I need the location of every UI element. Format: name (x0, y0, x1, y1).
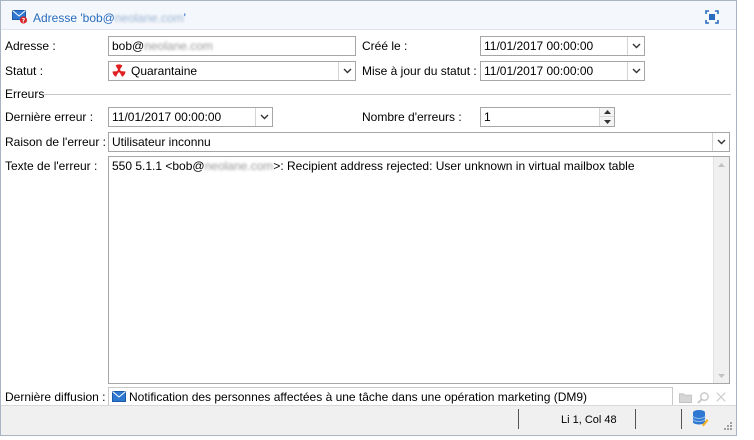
statut-select[interactable]: Quarantaine (108, 61, 356, 81)
erreurs-section-title: Erreurs (5, 87, 45, 101)
texte-blurred: neolane.com (204, 159, 274, 173)
title-bar: ? Adresse 'bob@neolane.com' (1, 1, 736, 30)
clear-icon[interactable] (713, 389, 729, 405)
derniere-diffusion-value: Notification des personnes affectées à u… (129, 390, 588, 404)
spinner (599, 108, 614, 126)
maj-value: 11/01/2017 00:00:00 (484, 64, 594, 78)
maj-datetime-field[interactable]: 11/01/2017 00:00:00 (480, 61, 645, 81)
nombre-erreurs-label: Nombre d'erreurs : (362, 110, 462, 124)
raison-value: Utilisateur inconnu (112, 135, 211, 149)
cursor-position: Li 1, Col 48 (561, 414, 617, 426)
scroll-down-icon[interactable] (714, 368, 729, 383)
nombre-erreurs-value: 1 (484, 110, 491, 124)
adresse-input[interactable]: bob@neolane.com (108, 36, 356, 56)
status-separator (635, 409, 636, 429)
section-divider (43, 94, 731, 95)
derniere-erreur-value: 11/01/2017 00:00:00 (112, 110, 222, 124)
svg-text:?: ? (22, 18, 26, 24)
database-icon[interactable] (691, 409, 709, 427)
title-prefix: Adresse 'bob@ (33, 11, 115, 25)
chevron-down-icon[interactable] (627, 62, 644, 80)
resize-grip-icon[interactable] (719, 419, 733, 433)
raison-label: Raison de l'erreur : (5, 135, 107, 149)
status-separator (681, 409, 682, 429)
title-blurred: neolane.com (114, 11, 184, 25)
cree-label: Créé le : (362, 39, 408, 53)
vertical-scrollbar[interactable] (713, 157, 729, 383)
address-window: ? Adresse 'bob@neolane.com' Adresse : bo… (0, 0, 737, 436)
folder-icon[interactable] (677, 389, 693, 405)
derniere-diffusion-label: Dernière diffusion : (5, 390, 106, 404)
texte-erreur-textarea[interactable]: 550 5.1.1 <bob@neolane.com>: Recipient a… (108, 156, 730, 384)
raison-select[interactable]: Utilisateur inconnu (108, 132, 730, 152)
search-icon[interactable] (695, 389, 711, 405)
chevron-up-icon[interactable] (600, 108, 614, 117)
maximize-icon[interactable] (705, 10, 719, 24)
chevron-down-icon[interactable] (627, 37, 644, 55)
radioactive-icon (112, 64, 126, 78)
adresse-value: bob@ (112, 39, 145, 53)
chevron-down-icon[interactable] (338, 62, 355, 80)
email-icon (112, 391, 126, 402)
chevron-down-icon[interactable] (712, 133, 729, 151)
status-separator (518, 409, 519, 429)
texte-erreur-label: Texte de l'erreur : (5, 159, 98, 173)
adresse-blurred: neolane.com (144, 39, 213, 53)
maj-label: Mise à jour du statut : (362, 64, 477, 78)
derniere-erreur-label: Dernière erreur : (5, 110, 94, 124)
derniere-diffusion-field[interactable]: Notification des personnes affectées à u… (108, 387, 673, 407)
texte-prefix: 550 5.1.1 <bob@ (112, 159, 205, 173)
email-error-icon: ? (12, 10, 28, 24)
nombre-erreurs-stepper[interactable]: 1 (480, 107, 615, 127)
window-title: Adresse 'bob@neolane.com' (33, 11, 186, 25)
cree-datetime-field[interactable]: 11/01/2017 00:00:00 (480, 36, 645, 56)
cree-value: 11/01/2017 00:00:00 (484, 39, 594, 53)
chevron-down-icon[interactable] (255, 108, 272, 126)
scroll-up-icon[interactable] (714, 157, 729, 172)
status-bar: Li 1, Col 48 (1, 405, 736, 435)
adresse-label: Adresse : (5, 39, 56, 53)
chevron-down-icon[interactable] (600, 117, 614, 126)
texte-suffix: >: Recipient address rejected: User unkn… (273, 159, 635, 173)
statut-label: Statut : (5, 64, 44, 78)
statut-value: Quarantaine (131, 64, 198, 78)
derniere-erreur-datetime-field[interactable]: 11/01/2017 00:00:00 (108, 107, 273, 127)
